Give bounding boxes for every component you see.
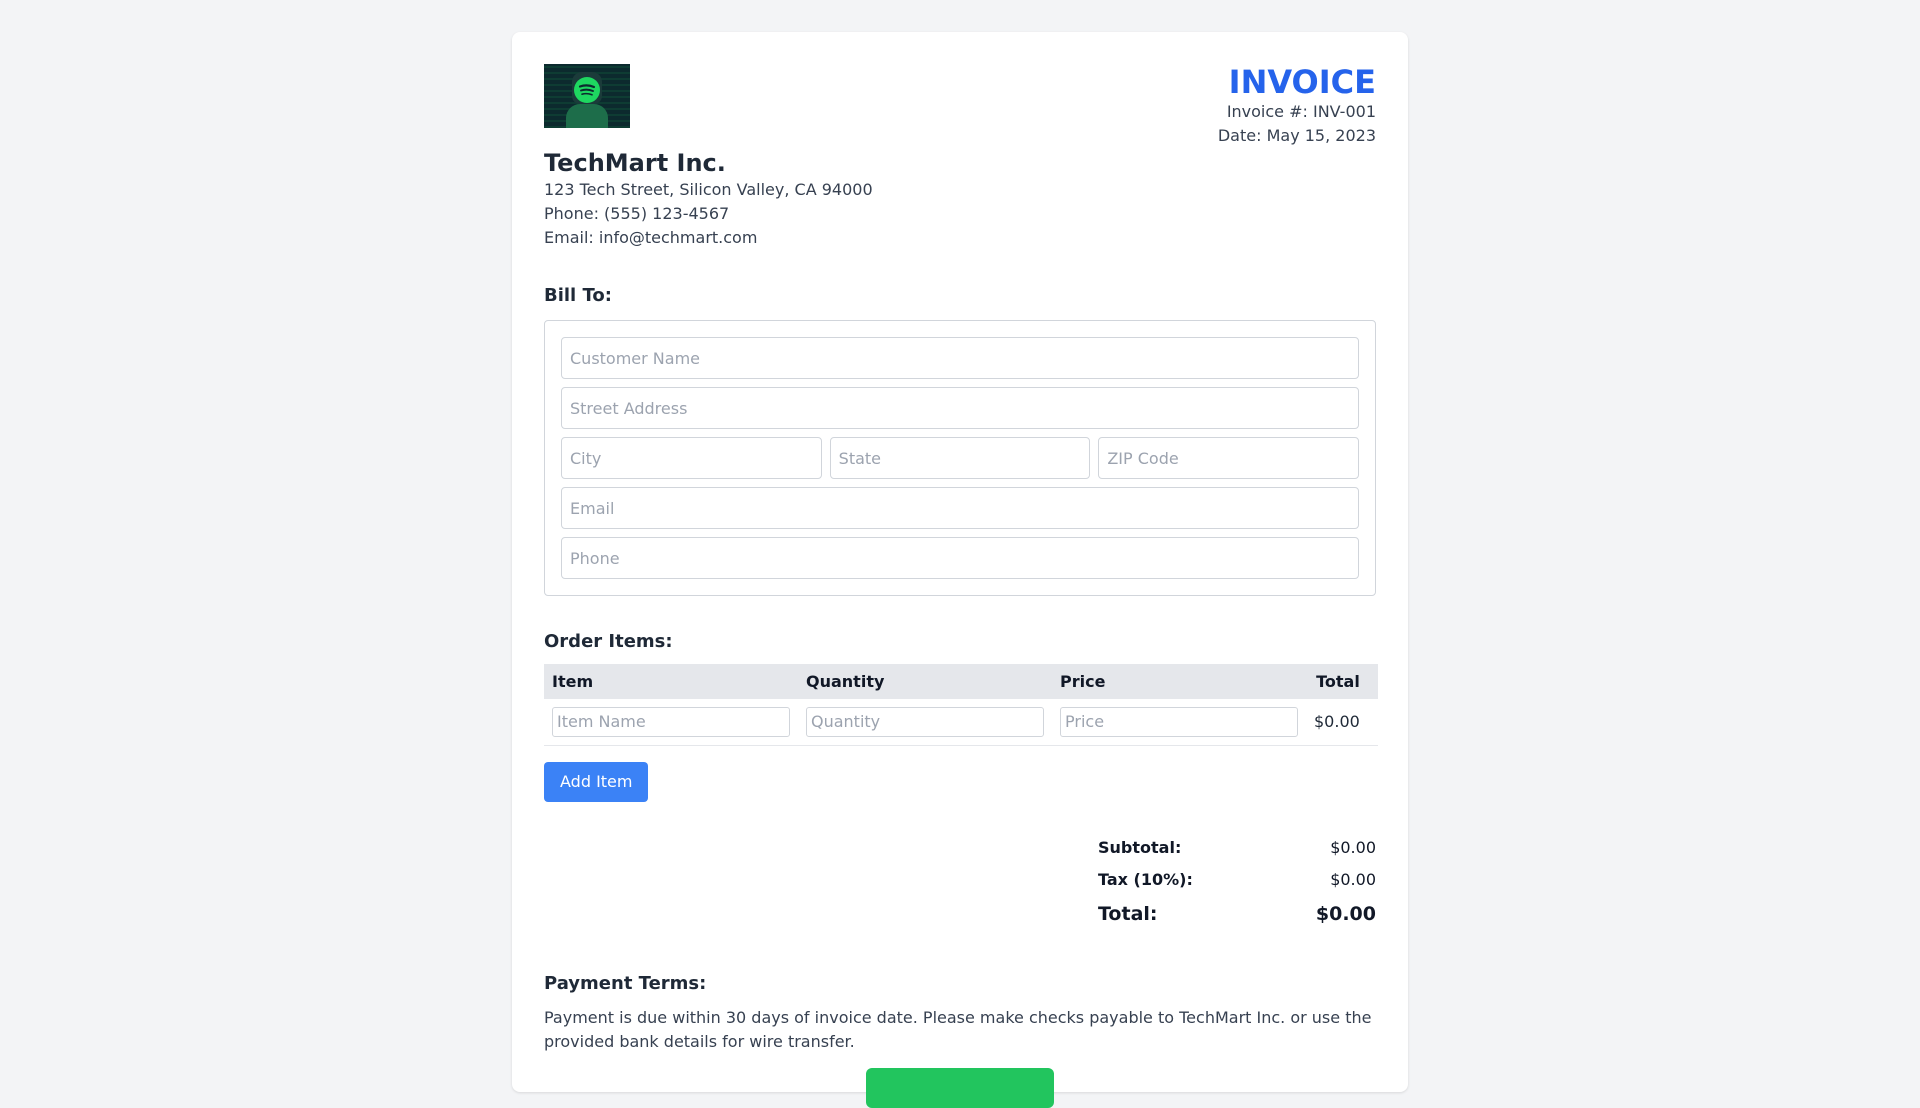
phone-input[interactable] [561,537,1359,579]
invoice-meta: INVOICE Invoice #: INV-001 Date: May 15,… [1218,64,1376,148]
bill-to-form [544,320,1376,596]
totals-summary: Subtotal: $0.00 Tax (10%): $0.00 Total: … [1098,832,1376,932]
invoice-card: TechMart Inc. 123 Tech Street, Silicon V… [512,32,1408,1108]
street-address-input[interactable] [561,387,1359,429]
company-name: TechMart Inc. [544,149,726,177]
spotify-logo-icon [544,64,630,128]
order-items-title: Order Items: [544,631,673,652]
customer-name-input[interactable] [561,337,1359,379]
tax-row: Tax (10%): $0.00 [1098,864,1376,896]
invoice-header: TechMart Inc. 123 Tech Street, Silicon V… [544,64,1376,250]
column-header-price: Price [1052,664,1306,699]
quantity-input[interactable] [806,706,1044,737]
company-phone: Phone: (555) 123-4567 [544,204,730,223]
state-input[interactable] [829,437,1091,479]
table-row: $0.00 [544,699,1378,746]
order-items-table: Item Quantity Price Total $0.00 [544,664,1378,746]
company-address: 123 Tech Street, Silicon Valley, CA 9400… [544,180,873,199]
bill-to-title: Bill To: [544,285,612,306]
tax-label: Tax (10%): [1098,869,1193,889]
subtotal-value: $0.00 [1330,837,1376,857]
invoice-number: Invoice #: INV-001 [1226,102,1376,121]
spotify-symbol-icon [574,77,600,103]
add-item-button[interactable]: Add Item [544,761,649,802]
payment-terms-title: Payment Terms: [544,972,707,994]
column-header-total: Total [1306,664,1378,699]
city-state-zip-row [561,437,1360,479]
email-input[interactable] [561,487,1359,529]
tax-value: $0.00 [1330,869,1376,889]
city-input[interactable] [561,437,822,479]
total-row: Total: $0.00 [1098,896,1376,932]
item-name-input[interactable] [552,706,790,737]
column-header-quantity: Quantity [798,664,1052,699]
price-input[interactable] [1060,706,1298,737]
total-label: Total: [1098,902,1158,925]
submit-invoice-button[interactable] [866,1068,1054,1108]
company-info: TechMart Inc. 123 Tech Street, Silicon V… [544,64,873,250]
column-header-item: Item [544,664,798,699]
invoice-date: Date: May 15, 2023 [1217,126,1376,145]
invoice-title: INVOICE [1228,63,1376,101]
zip-code-input[interactable] [1098,437,1360,479]
company-email: Email: info@techmart.com [544,228,758,247]
total-value: $0.00 [1315,902,1376,925]
subtotal-label: Subtotal: [1098,837,1182,857]
table-header-row: Item Quantity Price Total [544,664,1378,699]
subtotal-row: Subtotal: $0.00 [1098,832,1376,864]
row-total: $0.00 [1306,699,1378,746]
payment-terms-text: Payment is due within 30 days of invoice… [544,1007,1372,1051]
